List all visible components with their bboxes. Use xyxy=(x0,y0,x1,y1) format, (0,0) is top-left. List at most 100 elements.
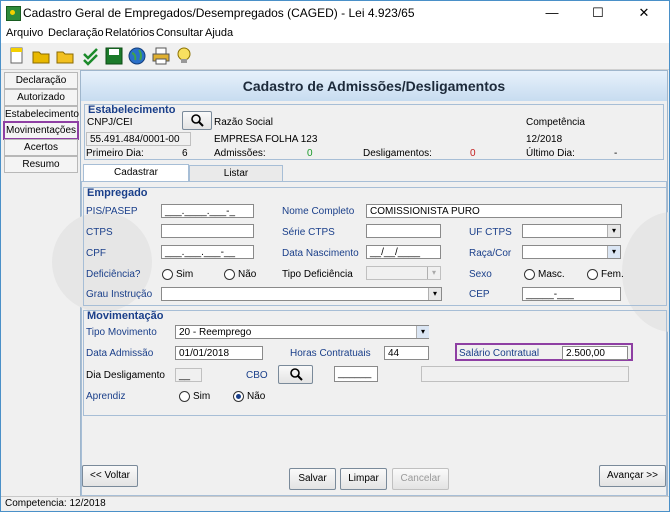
sexo-masc-label: Masc. xyxy=(538,269,565,280)
desligamentos-value: 0 xyxy=(470,148,476,159)
chevron-down-icon[interactable]: ▾ xyxy=(428,288,441,300)
deficiencia-sim-radio[interactable] xyxy=(162,269,173,280)
printer-icon[interactable] xyxy=(151,46,171,66)
limpar-button[interactable]: Limpar xyxy=(340,468,387,490)
aprendiz-nao-label: Não xyxy=(247,391,266,402)
open-folder-icon[interactable] xyxy=(31,46,51,66)
close-button[interactable]: ✕ xyxy=(621,1,667,25)
cbo-field[interactable]: ______ xyxy=(334,366,378,382)
tipo-movimento-label: Tipo Movimento xyxy=(86,327,157,338)
estabelecimento-group: Estabelecimento CNPJ/CEI Razão Social Co… xyxy=(84,104,664,160)
menu-relatorios[interactable]: Relatórios xyxy=(105,27,155,39)
dia-desligamento-field: __ xyxy=(175,368,202,382)
aprendiz-label: Aprendiz xyxy=(86,391,126,402)
aprendiz-sim-radio[interactable] xyxy=(179,391,190,402)
razao-social-value: EMPRESA FOLHA 123 xyxy=(214,134,318,145)
sexo-fem-radio[interactable] xyxy=(587,269,598,280)
nav-acertos[interactable]: Acertos xyxy=(4,139,78,156)
chevron-down-icon: ▾ xyxy=(427,267,440,279)
salvar-button[interactable]: Salvar xyxy=(289,468,336,490)
data-admissao-field[interactable]: 01/01/2018 xyxy=(175,346,263,360)
grau-instrucao-select[interactable]: ▾ xyxy=(161,287,442,301)
salario-contratual-field[interactable]: 2.500,00 xyxy=(562,346,628,360)
cpf-label: CPF xyxy=(86,248,106,259)
cpf-field[interactable]: ___.___.___-__ xyxy=(161,245,254,259)
ctps-label: CTPS xyxy=(86,227,113,238)
nav-autorizado[interactable]: Autorizado xyxy=(4,89,78,106)
title-bar: Cadastro Geral de Empregados/Desempregad… xyxy=(1,1,669,25)
chevron-down-icon[interactable]: ▾ xyxy=(607,225,620,237)
estabelecimento-title: Estabelecimento xyxy=(88,104,176,116)
globe-icon[interactable] xyxy=(127,46,147,66)
raca-cor-label: Raça/Cor xyxy=(469,248,512,259)
primeiro-dia-label: Primeiro Dia: xyxy=(86,148,144,159)
nascimento-label: Data Nascimento xyxy=(282,248,359,259)
cnpj-field: 55.491.484/0001-00 xyxy=(86,132,191,146)
tab-cadastrar-movimentacao[interactable]: Cadastrar Movimentação xyxy=(83,164,189,194)
new-file-icon[interactable] xyxy=(7,46,27,66)
pis-label: PIS/PASEP xyxy=(86,206,138,217)
app-window: Cadastro Geral de Empregados/Desempregad… xyxy=(0,0,670,512)
dia-desligamento-label: Dia Desligamento xyxy=(86,370,165,381)
tipo-deficiencia-label: Tipo Deficiência xyxy=(282,269,353,280)
nav-movimentacoes[interactable]: Movimentações xyxy=(3,121,79,140)
desligamentos-label: Desligamentos: xyxy=(363,148,432,159)
minimize-button[interactable]: — xyxy=(529,1,575,25)
nome-field[interactable]: COMISSIONISTA PURO xyxy=(366,204,622,218)
deficiencia-sim-label: Sim xyxy=(176,269,194,280)
search-icon xyxy=(191,114,204,127)
tipo-movimento-select[interactable]: 20 - Reemprego xyxy=(175,325,429,339)
menu-ajuda[interactable]: Ajuda xyxy=(205,27,233,39)
uf-ctps-label: UF CTPS xyxy=(469,227,512,238)
pis-field[interactable]: ___.____.___-_ xyxy=(161,204,254,218)
chevron-down-icon[interactable]: ▾ xyxy=(607,246,620,258)
nome-label: Nome Completo xyxy=(282,206,355,217)
empregado-group: Empregado PIS/PASEP ___.____.___-_ Nome … xyxy=(83,187,667,306)
menu-consultar[interactable]: Consultar xyxy=(156,27,203,39)
voltar-button[interactable]: << Voltar xyxy=(82,465,138,487)
maximize-button[interactable]: ☐ xyxy=(575,1,621,25)
nav-resumo[interactable]: Resumo xyxy=(4,156,78,173)
cancelar-button: Cancelar xyxy=(392,468,449,490)
status-bar: Competencia: 12/2018 xyxy=(1,496,669,511)
cnpj-search-button[interactable] xyxy=(182,111,212,130)
chevron-down-icon[interactable]: ▾ xyxy=(416,326,429,338)
admissoes-value: 0 xyxy=(307,148,313,159)
serie-ctps-label: Série CTPS xyxy=(282,227,335,238)
tab-listar-movimentacoes[interactable]: Listar Movimentações xyxy=(189,165,283,195)
ctps-field[interactable] xyxy=(161,224,254,238)
nav-declaracao[interactable]: Declaração xyxy=(4,72,78,89)
horas-contratuais-field[interactable]: 44 xyxy=(384,346,429,360)
raca-cor-select[interactable]: ▾ xyxy=(522,245,621,259)
empregado-title: Empregado xyxy=(87,187,148,199)
movimentacao-group: Movimentação Tipo Movimento 20 - Reempre… xyxy=(83,310,667,416)
menu-declaracao[interactable]: Declaração xyxy=(48,27,104,39)
cbo-search-button[interactable] xyxy=(278,365,313,384)
app-logo-icon xyxy=(6,6,21,21)
cnpj-label: CNPJ/CEI xyxy=(87,117,133,128)
sexo-masc-radio[interactable] xyxy=(524,269,535,280)
uf-ctps-select[interactable]: ▾ xyxy=(522,224,621,238)
lightbulb-icon[interactable] xyxy=(174,46,194,66)
toolbar xyxy=(1,43,669,70)
folder-icon[interactable] xyxy=(55,46,75,66)
deficiencia-nao-radio[interactable] xyxy=(224,269,235,280)
window-title: Cadastro Geral de Empregados/Desempregad… xyxy=(23,6,415,20)
cep-label: CEP xyxy=(469,289,490,300)
check-arrow-icon[interactable] xyxy=(81,46,101,66)
horas-contratuais-label: Horas Contratuais xyxy=(290,348,371,359)
grau-instrucao-label: Grau Instrução xyxy=(86,289,153,300)
cep-field[interactable]: _____-___ xyxy=(522,287,621,301)
save-disk-icon[interactable] xyxy=(104,46,124,66)
razao-social-label: Razão Social xyxy=(214,117,273,128)
aprendiz-sim-label: Sim xyxy=(193,391,211,402)
aprendiz-nao-radio[interactable] xyxy=(233,391,244,402)
tab-content: Empregado PIS/PASEP ___.____.___-_ Nome … xyxy=(52,181,669,496)
avancar-button[interactable]: Avançar >> xyxy=(599,465,666,487)
menu-arquivo[interactable]: Arquivo xyxy=(6,27,43,39)
nascimento-field[interactable]: __/__/____ xyxy=(366,245,441,259)
serie-ctps-field[interactable] xyxy=(366,224,441,238)
ultimo-dia-value: - xyxy=(614,148,618,159)
data-admissao-label: Data Admissão xyxy=(86,348,154,359)
status-competencia: Competencia: 12/2018 xyxy=(5,498,106,509)
